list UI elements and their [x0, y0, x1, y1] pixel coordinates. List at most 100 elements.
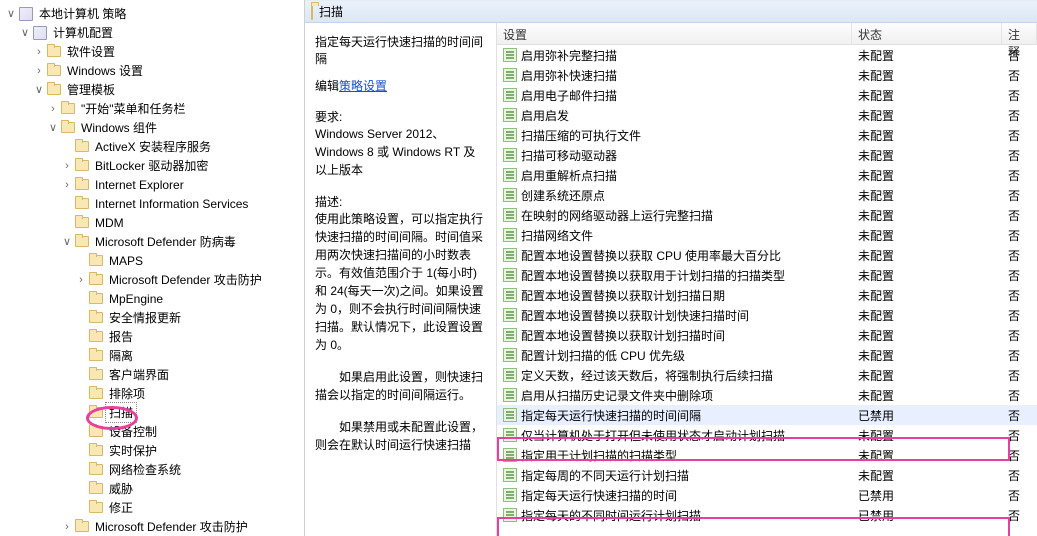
tree-software[interactable]: ›软件设置 [0, 42, 304, 61]
row-name: 指定每天的不同时间运行计划扫描 [521, 507, 701, 524]
tree-maps[interactable]: ·MAPS [0, 251, 304, 270]
settings-row[interactable]: 启用弥补完整扫描未配置否 [497, 45, 1037, 65]
settings-row[interactable]: 指定每天的不同时间运行计划扫描已禁用否 [497, 505, 1037, 525]
row-note: 否 [1002, 427, 1037, 444]
setting-icon [503, 368, 517, 382]
settings-row[interactable]: 启用从扫描历史记录文件夹中删除项未配置否 [497, 385, 1037, 405]
tree-quarantine[interactable]: ·隔离 [0, 346, 304, 365]
tree-root[interactable]: ∨本地计算机 策略 [0, 4, 304, 23]
settings-row[interactable]: 扫描可移动驱动器未配置否 [497, 145, 1037, 165]
settings-row[interactable]: 配置本地设置替换以获取 CPU 使用率最大百分比未配置否 [497, 245, 1037, 265]
settings-row[interactable]: 配置本地设置替换以获取计划快速扫描时间未配置否 [497, 305, 1037, 325]
settings-rows[interactable]: 启用弥补完整扫描未配置否启用弥补快速扫描未配置否启用电子邮件扫描未配置否启用启发… [497, 45, 1037, 536]
row-note: 否 [1002, 447, 1037, 464]
folder-icon [74, 215, 90, 231]
tree-start-menu[interactable]: ›"开始"菜单和任务栏 [0, 99, 304, 118]
settings-row[interactable]: 指定每周的不同天运行计划扫描未配置否 [497, 465, 1037, 485]
tree-sec-intel[interactable]: ·安全情报更新 [0, 308, 304, 327]
setting-icon [503, 188, 517, 202]
tree-bitlocker[interactable]: ›BitLocker 驱动器加密 [0, 156, 304, 175]
row-name: 指定每周的不同天运行计划扫描 [521, 467, 689, 484]
settings-row[interactable]: 仅当计算机处于打开但未使用状态才启动计划扫描未配置否 [497, 425, 1037, 445]
tree-label: 安全情报更新 [106, 308, 184, 327]
tree-report[interactable]: ·报告 [0, 327, 304, 346]
tree-label: Windows 设置 [64, 61, 146, 80]
tree-ie[interactable]: ›Internet Explorer [0, 175, 304, 194]
row-name: 启用弥补快速扫描 [521, 67, 617, 84]
tree-label: 管理模板 [64, 80, 118, 99]
row-note: 否 [1002, 267, 1037, 284]
row-name: 配置本地设置替换以获取用于计划扫描的扫描类型 [521, 267, 785, 284]
nav-tree-pane[interactable]: ∨本地计算机 策略 ∨计算机配置 ›软件设置 ›Windows 设置 ∨管理模板… [0, 0, 305, 536]
row-name: 扫描可移动驱动器 [521, 147, 617, 164]
req-label: 要求: [315, 108, 486, 125]
row-note: 否 [1002, 467, 1037, 484]
settings-row[interactable]: 配置本地设置替换以获取计划扫描日期未配置否 [497, 285, 1037, 305]
row-name: 在映射的网络驱动器上运行完整扫描 [521, 207, 713, 224]
settings-row[interactable]: 启用启发未配置否 [497, 105, 1037, 125]
setting-icon [503, 408, 517, 422]
row-state: 未配置 [852, 167, 1002, 184]
right-pane: 扫描 指定每天运行快速扫描的时间间隔 编辑策略设置 要求: Windows Se… [305, 0, 1037, 536]
settings-row[interactable]: 扫描压缩的可执行文件未配置否 [497, 125, 1037, 145]
col-name[interactable]: 设置 [497, 23, 852, 44]
settings-row[interactable]: 扫描网络文件未配置否 [497, 225, 1037, 245]
setting-icon [503, 328, 517, 342]
tree-label: 扫描 [106, 403, 136, 422]
row-name: 指定用于计划扫描的扫描类型 [521, 447, 677, 464]
tree-threats[interactable]: ·威胁 [0, 479, 304, 498]
settings-row[interactable]: 启用电子邮件扫描未配置否 [497, 85, 1037, 105]
tree-windows-components[interactable]: ∨Windows 组件 [0, 118, 304, 137]
folder-icon [60, 120, 76, 136]
settings-row[interactable]: 配置计划扫描的低 CPU 优先级未配置否 [497, 345, 1037, 365]
settings-row[interactable]: 指定用于计划扫描的扫描类型未配置否 [497, 445, 1037, 465]
setting-icon [503, 228, 517, 242]
tree-realtime[interactable]: ·实时保护 [0, 441, 304, 460]
row-note: 否 [1002, 407, 1037, 424]
tree-defender-attack-2[interactable]: ›Microsoft Defender 攻击防护 [0, 517, 304, 536]
settings-row[interactable]: 配置本地设置替换以获取计划扫描时间未配置否 [497, 325, 1037, 345]
tree-exclusions[interactable]: ·排除项 [0, 384, 304, 403]
tree-computer-config[interactable]: ∨计算机配置 [0, 23, 304, 42]
content-header: 扫描 [305, 1, 1037, 23]
row-note: 否 [1002, 107, 1037, 124]
settings-row[interactable]: 定义天数，经过该天数后，将强制执行后续扫描未配置否 [497, 365, 1037, 385]
row-state: 未配置 [852, 107, 1002, 124]
tree-mpengine[interactable]: ·MpEngine [0, 289, 304, 308]
settings-list-pane: 设置 状态 注释 启用弥补完整扫描未配置否启用弥补快速扫描未配置否启用电子邮件扫… [497, 23, 1037, 536]
row-state: 已禁用 [852, 487, 1002, 504]
tree-label: BitLocker 驱动器加密 [92, 156, 211, 175]
setting-icon [503, 148, 517, 162]
row-note: 否 [1002, 387, 1037, 404]
edit-policy-link[interactable]: 策略设置 [339, 79, 387, 93]
tree-client-ui[interactable]: ·客户端界面 [0, 365, 304, 384]
tree-admin-templates[interactable]: ∨管理模板 [0, 80, 304, 99]
tree-net-inspect[interactable]: ·网络检查系统 [0, 460, 304, 479]
description-pane: 指定每天运行快速扫描的时间间隔 编辑策略设置 要求: Windows Serve… [305, 23, 497, 536]
col-state[interactable]: 状态 [852, 23, 1002, 44]
tree-device-ctrl[interactable]: ·设备控制 [0, 422, 304, 441]
settings-row[interactable]: 启用重解析点扫描未配置否 [497, 165, 1037, 185]
settings-row[interactable]: 指定每天运行快速扫描的时间已禁用否 [497, 485, 1037, 505]
row-state: 未配置 [852, 427, 1002, 444]
col-note[interactable]: 注释 [1002, 23, 1037, 44]
tree-defender[interactable]: ∨Microsoft Defender 防病毒 [0, 232, 304, 251]
setting-icon [503, 348, 517, 362]
tree-fix[interactable]: ·修正 [0, 498, 304, 517]
tree-scan[interactable]: ·扫描 [0, 403, 304, 422]
settings-row[interactable]: 在映射的网络驱动器上运行完整扫描未配置否 [497, 205, 1037, 225]
tree-activex[interactable]: ·ActiveX 安装程序服务 [0, 137, 304, 156]
tree-label: MDM [92, 215, 127, 231]
settings-row[interactable]: 启用弥补快速扫描未配置否 [497, 65, 1037, 85]
folder-icon [88, 329, 104, 345]
tree-windows-settings[interactable]: ›Windows 设置 [0, 61, 304, 80]
tree-mdm[interactable]: ·MDM [0, 213, 304, 232]
tree-defender-attack[interactable]: ›Microsoft Defender 攻击防护 [0, 270, 304, 289]
settings-row[interactable]: 配置本地设置替换以获取用于计划扫描的扫描类型未配置否 [497, 265, 1037, 285]
row-name: 启用弥补完整扫描 [521, 47, 617, 64]
row-name: 扫描网络文件 [521, 227, 593, 244]
settings-row[interactable]: 创建系统还原点未配置否 [497, 185, 1037, 205]
tree-iis[interactable]: ·Internet Information Services [0, 194, 304, 213]
row-state: 未配置 [852, 227, 1002, 244]
settings-row[interactable]: 指定每天运行快速扫描的时间间隔已禁用否 [497, 405, 1037, 425]
